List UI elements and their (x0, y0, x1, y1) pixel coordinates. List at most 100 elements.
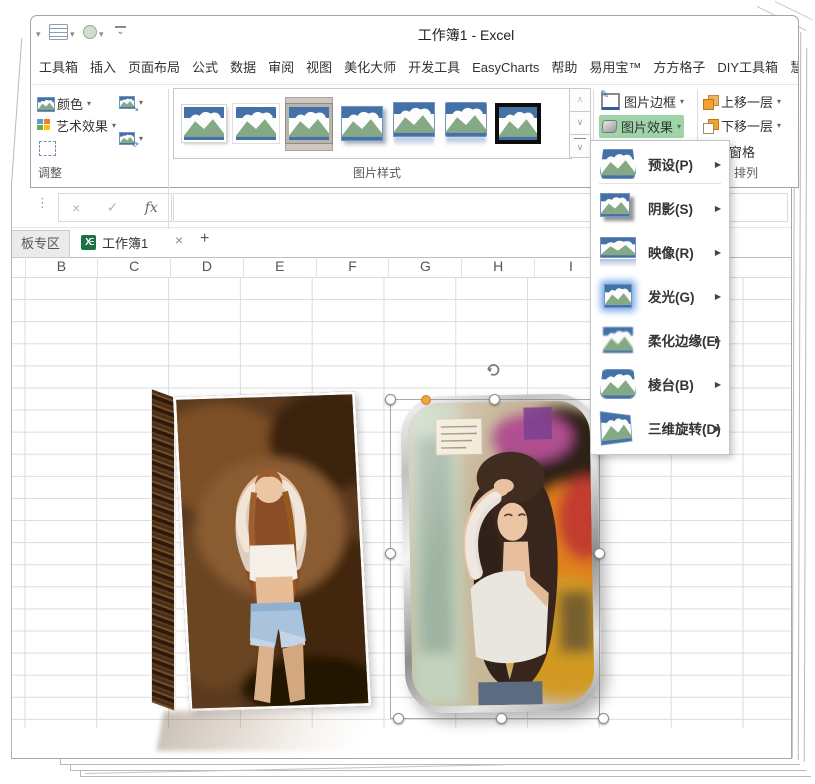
tab-template-zone[interactable]: 板专区 (12, 230, 70, 258)
quick-access-toolbar: ▾ ▾ ▾ ⌄ 工作簿1 - Excel (31, 16, 798, 52)
selection-handle-top-left[interactable] (385, 394, 396, 405)
send-backward-label: 下移一层 (721, 119, 774, 134)
menu-item-label: 棱台(B) (648, 378, 694, 393)
reset-picture-button[interactable] (39, 141, 56, 156)
artistic-effects-button[interactable]: 艺术效果 ▾ (37, 116, 116, 135)
formula-bar-buttons: × ✓ fx (58, 193, 172, 222)
pen-icon: ✎ (600, 89, 610, 101)
column-header[interactable]: H (462, 257, 536, 277)
gallery-scroll-down-icon[interactable]: ∨ (569, 111, 591, 135)
menu-item-shadow[interactable]: 阴影(S) ▶ (592, 186, 728, 230)
picture-3d-front-face[interactable] (173, 391, 372, 712)
menu-item-bevel[interactable]: 棱台(B) ▶ (592, 362, 728, 406)
ribbon-tab-huiban[interactable]: 慧办 (786, 53, 798, 84)
menu-item-preset[interactable]: 预设(P) ▶ (592, 142, 728, 186)
menu-item-glow[interactable]: 发光(G) ▶ (592, 274, 728, 318)
column-header[interactable]: D (171, 257, 244, 277)
group-label-arrange: 排列 (734, 166, 759, 180)
ribbon-tab-yiyongbao[interactable]: 易用宝™ (585, 53, 645, 84)
submenu-arrow-icon: ▶ (714, 423, 721, 433)
menu-item-label: 阴影(S) (648, 202, 693, 217)
shape-adjust-handle[interactable] (421, 395, 431, 405)
picture-style-thumb[interactable] (181, 98, 227, 150)
column-header[interactable]: F (317, 257, 390, 277)
column-header-partial[interactable] (12, 257, 26, 277)
picture-border-icon: ✎ (600, 89, 620, 110)
submenu-arrow-icon: ▶ (714, 247, 721, 257)
menu-item-label: 映像(R) (648, 246, 694, 261)
selection-handle-mid-left[interactable] (385, 548, 396, 559)
customize-qat-icon[interactable]: ⌄ (115, 26, 126, 37)
selection-handle-bottom-left[interactable] (393, 713, 404, 724)
enter-icon[interactable]: ✓ (107, 199, 119, 216)
cancel-icon[interactable]: × (72, 200, 80, 216)
preset-icon (600, 149, 636, 179)
send-backward-button[interactable]: 下移一层 ▾ (703, 116, 781, 135)
tab-workbook1[interactable]: X 工作簿1 (73, 229, 178, 256)
picture-style-thumb[interactable] (339, 98, 385, 150)
ribbon-tab-review[interactable]: 审阅 (264, 53, 298, 84)
picture-style-thumb-selected[interactable] (285, 96, 333, 151)
submenu-arrow-icon: ▶ (714, 291, 721, 301)
ribbon-tab-formulas[interactable]: 公式 (188, 53, 222, 84)
selection-handle-bottom-right[interactable] (598, 713, 609, 724)
column-header[interactable]: C (98, 257, 172, 277)
gallery-scroll-up-icon[interactable]: ∧ (569, 88, 591, 112)
picture-style-thumb[interactable] (495, 98, 541, 150)
dropdown-caret-icon: ▾ (139, 134, 144, 143)
reflection-icon (600, 237, 636, 267)
ribbon-tab-page-layout[interactable]: 页面布局 (124, 53, 184, 84)
add-tab-icon[interactable]: + (200, 230, 209, 248)
dropdown-caret-icon: ▾ (680, 97, 685, 106)
picture-effects-button[interactable]: 图片效果 ▾ (599, 115, 685, 138)
selection-handle-top-mid[interactable] (489, 394, 500, 405)
column-header[interactable]: E (244, 257, 317, 277)
change-picture-button[interactable]: ⟳ ▾ (119, 132, 144, 149)
column-header[interactable]: B (26, 257, 99, 277)
picture-style-thumb[interactable] (443, 98, 489, 150)
submenu-arrow-icon: ▶ (714, 159, 721, 169)
dropdown-caret-icon: ▾ (777, 121, 782, 130)
ribbon-tab-help[interactable]: 帮助 (547, 53, 581, 84)
dropdown-caret-icon[interactable]: ▾ (36, 29, 41, 40)
close-tab-icon[interactable]: × (175, 232, 183, 248)
group-label-picture-styles: 图片样式 (353, 166, 402, 180)
dropdown-caret-icon[interactable]: ▾ (70, 29, 75, 40)
gallery-more-icon[interactable]: ∨ (569, 134, 591, 158)
bring-forward-button[interactable]: 上移一层 ▾ (703, 92, 781, 111)
column-header[interactable]: G (389, 257, 463, 277)
ribbon-tab-toolbox[interactable]: 工具箱 (35, 53, 82, 84)
picture-style-thumb[interactable] (233, 98, 279, 150)
dropdown-caret-icon: ▾ (777, 97, 782, 106)
picture-border-button[interactable]: ✎ 图片边框 ▾ (600, 89, 685, 111)
artistic-effects-icon (37, 119, 52, 132)
ribbon-tab-diy-toolbox[interactable]: DIY工具箱 (713, 53, 782, 84)
compress-picture-button[interactable]: ↘ ▾ (119, 96, 143, 113)
picture-style-thumb[interactable] (391, 98, 437, 150)
ribbon-tab-fangfanggezi[interactable]: 方方格子 (649, 53, 709, 84)
ribbon-tab-beautify[interactable]: 美化大师 (340, 53, 400, 84)
table-style-icon[interactable] (49, 24, 68, 40)
ribbon-tab-data[interactable]: 数据 (226, 53, 260, 84)
menu-item-3d-rotation[interactable]: 三维旋转(D) ▶ (592, 406, 728, 450)
selection-handle-mid-right[interactable] (594, 548, 605, 559)
menu-item-soft-edges[interactable]: 柔化边缘(E) ▶ (592, 318, 728, 362)
ribbon-tab-insert[interactable]: 插入 (86, 53, 120, 84)
color-button[interactable]: 颜色 ▾ (37, 94, 91, 113)
ribbon-tab-view[interactable]: 视图 (302, 53, 336, 84)
submenu-arrow-icon: ▶ (714, 203, 721, 213)
send-backward-icon (703, 119, 719, 134)
rotate-handle-icon[interactable] (484, 360, 502, 378)
page-stack-line (80, 776, 811, 777)
menu-item-reflection[interactable]: 映像(R) ▶ (592, 230, 728, 274)
soft-edges-icon (600, 325, 636, 355)
formula-bar-drag-handle[interactable]: ⋮ (36, 195, 49, 211)
ribbon-tab-bar: 工具箱 插入 页面布局 公式 数据 审阅 视图 美化大师 开发工具 EasyCh… (33, 53, 798, 85)
circle-shape-icon[interactable] (83, 25, 97, 39)
dropdown-caret-icon[interactable]: ▾ (99, 29, 104, 40)
picture-reflection (156, 711, 368, 751)
selection-handle-bottom-mid[interactable] (496, 713, 507, 724)
ribbon-tab-developer[interactable]: 开发工具 (404, 53, 464, 84)
ribbon-tab-easycharts[interactable]: EasyCharts (468, 53, 543, 84)
insert-function-icon[interactable]: fx (145, 200, 158, 216)
